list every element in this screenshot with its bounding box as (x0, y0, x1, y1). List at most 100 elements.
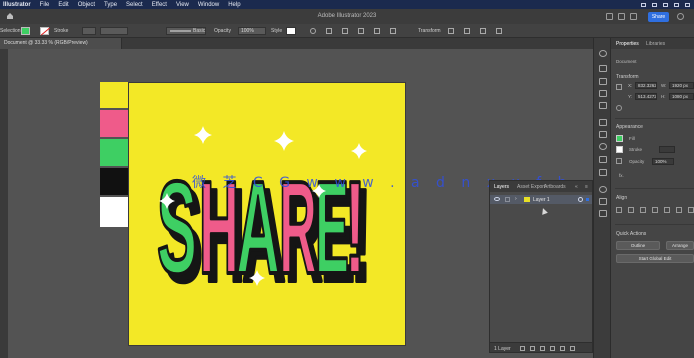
tab-artboards[interactable]: Artboards (544, 184, 566, 190)
menu-select[interactable]: Select (126, 2, 143, 8)
wifi-icon[interactable] (652, 2, 657, 7)
align-horizontal-center-icon[interactable] (628, 207, 634, 213)
reference-point-icon[interactable] (616, 84, 622, 90)
more-align-icon[interactable] (688, 207, 694, 213)
isolate-icon[interactable] (448, 28, 454, 34)
libraries-icon[interactable] (599, 65, 607, 72)
align-bottom-icon[interactable] (676, 207, 682, 213)
clipping-mask-icon[interactable] (540, 346, 545, 351)
distribute-spacing-icon[interactable] (390, 28, 396, 34)
swatch-pink[interactable] (100, 110, 129, 137)
artboard[interactable]: S S H H A A R R E E!! (129, 83, 405, 345)
locate-object-icon[interactable] (530, 346, 535, 351)
panel-menu-icon[interactable]: ≡ (585, 184, 588, 190)
fill-swatch[interactable] (21, 27, 30, 35)
outline-button[interactable]: Outline (616, 241, 660, 250)
menu-view[interactable]: View (176, 2, 189, 8)
tab-properties[interactable]: Properties (616, 41, 639, 47)
brush-icon[interactable] (630, 13, 637, 20)
swatches-icon[interactable] (599, 131, 607, 138)
opacity-field[interactable]: 100% (238, 27, 266, 35)
stroke-color-swatch[interactable] (616, 146, 623, 153)
stroke-swatch[interactable] (40, 27, 49, 35)
layer-row[interactable]: › Layer 1 (490, 195, 592, 204)
opacity-field[interactable]: 100% (652, 158, 674, 165)
distribute-icon[interactable] (342, 28, 348, 34)
align-left-icon[interactable] (616, 207, 622, 213)
align-right-icon[interactable] (640, 207, 646, 213)
new-sublayer-icon[interactable] (550, 346, 555, 351)
collapse-icon[interactable]: « (575, 184, 578, 190)
layers-icon[interactable] (599, 186, 607, 193)
menu-effect[interactable]: Effect (152, 2, 167, 8)
transparency-icon[interactable] (599, 156, 607, 163)
symbols-icon[interactable] (599, 90, 607, 97)
align-top-icon[interactable] (652, 207, 658, 213)
target-circle-icon[interactable] (578, 197, 583, 202)
expand-arrow-icon[interactable]: › (515, 196, 517, 202)
search-icon[interactable] (674, 2, 679, 7)
tab-asset-export[interactable]: Asset Export (517, 184, 545, 190)
control-center-icon[interactable] (685, 2, 690, 7)
x-field[interactable]: 832.3262 (635, 82, 657, 89)
align-icon[interactable] (326, 28, 332, 34)
transform-label[interactable]: Transform (418, 28, 441, 34)
swatch-yellow[interactable] (100, 82, 129, 108)
asset-export-icon[interactable] (599, 210, 607, 217)
tab-libraries[interactable]: Libraries (646, 41, 665, 47)
color-icon[interactable] (599, 119, 607, 126)
letter-s[interactable]: S (155, 152, 199, 303)
share-artwork[interactable]: SS HH AA RR EE!! (129, 83, 405, 345)
gradient-icon[interactable] (599, 169, 607, 176)
align-vertical-center-icon[interactable] (664, 207, 670, 213)
lock-toggle[interactable] (505, 197, 510, 202)
menu-file[interactable]: File (40, 2, 50, 8)
search-icon[interactable] (677, 13, 684, 20)
menu-window[interactable]: Window (198, 2, 219, 8)
menu-object[interactable]: Object (78, 2, 95, 8)
more-options-icon[interactable] (496, 28, 502, 34)
envelope-icon[interactable] (464, 28, 470, 34)
arrange-documents-icon[interactable] (606, 13, 613, 20)
brushes-icon[interactable] (599, 78, 607, 85)
menu-type[interactable]: Type (104, 2, 117, 8)
properties-icon[interactable] (599, 50, 607, 57)
selection-type-label: Document (616, 59, 637, 64)
w-field[interactable]: 1920 px (669, 82, 694, 89)
y-field[interactable]: 513.4272 (635, 93, 657, 100)
variable-width-profile[interactable] (100, 27, 128, 35)
delete-layer-icon[interactable] (570, 346, 575, 351)
visibility-eye-icon[interactable] (494, 197, 500, 201)
swatch-white[interactable] (100, 197, 129, 227)
artboards-icon[interactable] (599, 198, 607, 205)
arrange-button[interactable]: Arrange (666, 241, 694, 250)
stroke-weight-field[interactable] (659, 146, 675, 153)
menu-help[interactable]: Help (228, 2, 240, 8)
swatch-black[interactable] (100, 168, 129, 195)
menubar-app-name[interactable]: Illustrator (3, 2, 31, 8)
screen-mirror-icon[interactable] (641, 2, 646, 7)
appearance-icon[interactable] (599, 143, 607, 150)
graphic-style-swatch[interactable] (286, 27, 296, 35)
tab-layers[interactable]: Layers (494, 184, 509, 190)
align-center-icon[interactable] (374, 28, 380, 34)
start-global-edit-button[interactable]: Start Global Edit (616, 254, 694, 263)
export-icon[interactable] (520, 346, 525, 351)
warp-icon[interactable] (480, 28, 486, 34)
stroke-weight-field[interactable] (82, 27, 96, 35)
align-to-icon[interactable] (358, 28, 364, 34)
rotate-icon[interactable] (616, 105, 622, 111)
battery-icon[interactable] (663, 2, 668, 7)
document-tab[interactable]: Document @ 33.33 % (RGB/Preview) (0, 38, 122, 49)
h-field[interactable]: 1080 px (669, 93, 694, 100)
swatch-green[interactable] (100, 139, 129, 166)
new-layer-icon[interactable] (560, 346, 565, 351)
graphic-styles-icon[interactable] (599, 102, 607, 109)
share-button[interactable]: Share (648, 12, 669, 22)
recolor-icon[interactable] (310, 28, 316, 34)
cloud-icon[interactable] (618, 13, 625, 20)
menu-edit[interactable]: Edit (58, 2, 68, 8)
layer-name[interactable]: Layer 1 (533, 197, 550, 203)
fx-button[interactable]: fx. (619, 173, 624, 178)
fill-color-swatch[interactable] (616, 135, 623, 142)
